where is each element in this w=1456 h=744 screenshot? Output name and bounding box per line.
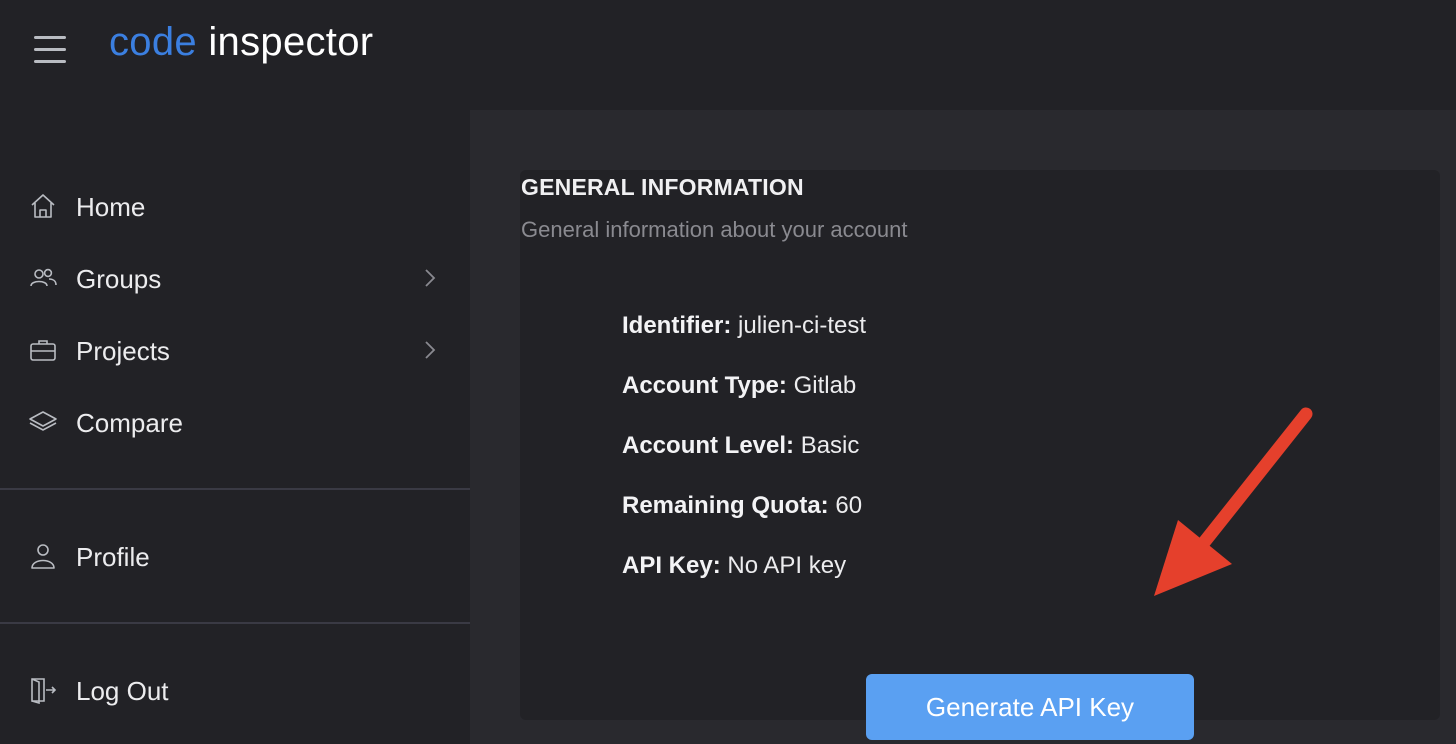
account-type-row: Account Type: Gitlab xyxy=(622,372,857,399)
sidebar-item-label: Groups xyxy=(76,264,162,294)
sidebar-item-home[interactable]: Home xyxy=(0,178,470,234)
users-icon xyxy=(28,264,58,292)
sidebar-item-label: Home xyxy=(76,192,146,222)
section-title: GENERAL INFORMATION xyxy=(521,174,804,200)
layers-icon xyxy=(28,408,58,436)
identifier-row: Identifier: julien-ci-test xyxy=(622,312,867,339)
chevron-right-icon xyxy=(420,338,440,362)
api-key-row: API Key: No API key xyxy=(622,552,847,579)
sidebar-item-label: Log Out xyxy=(76,676,169,706)
sidebar-item-compare[interactable]: Compare xyxy=(0,394,470,450)
sidebar-divider xyxy=(0,622,470,624)
sidebar-item-logout[interactable]: Log Out xyxy=(0,662,470,718)
app-logo[interactable]: code inspector xyxy=(109,20,373,65)
sidebar-item-groups[interactable]: Groups xyxy=(0,250,470,306)
briefcase-icon xyxy=(28,336,58,364)
sidebar-item-profile[interactable]: Profile xyxy=(0,528,470,584)
logout-icon xyxy=(28,676,58,705)
home-icon xyxy=(28,192,58,220)
user-icon xyxy=(28,542,58,570)
hamburger-menu-icon[interactable] xyxy=(34,34,66,64)
sidebar-item-label: Projects xyxy=(76,336,170,366)
account-level-row: Account Level: Basic xyxy=(622,432,860,459)
section-subtitle: General information about your account xyxy=(521,217,908,242)
remaining-quota-row: Remaining Quota: 60 xyxy=(622,492,863,519)
sidebar: Home Groups Projects Compare Profile Log… xyxy=(0,110,470,744)
sidebar-item-label: Profile xyxy=(76,542,150,572)
sidebar-divider xyxy=(0,488,470,490)
generate-api-key-button[interactable]: Generate API Key xyxy=(866,674,1194,740)
annotation-arrow xyxy=(1154,407,1313,596)
app-header: code inspector xyxy=(0,0,1456,110)
sidebar-item-label: Compare xyxy=(76,408,183,438)
chevron-right-icon xyxy=(420,266,440,290)
sidebar-item-projects[interactable]: Projects xyxy=(0,322,470,378)
